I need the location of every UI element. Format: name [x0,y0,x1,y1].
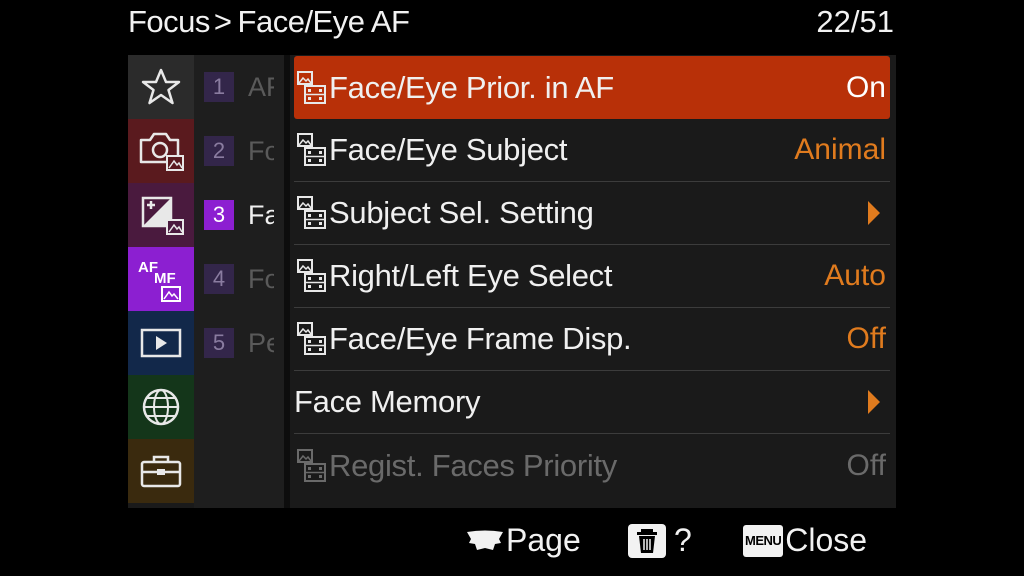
menu-item-title: Face/Eye Prior. in AF [329,69,614,105]
menu-item-title: Regist. Faces Priority [329,447,617,483]
menu-item-face-eye-prior[interactable]: Face/Eye Prior. in AF On [294,56,890,119]
photo-movie-icon [297,259,326,292]
globe-icon [142,388,180,426]
photo-movie-icon [297,322,326,355]
menu-item-title: Face Memory [294,384,481,419]
submenu-arrow-icon [868,201,880,225]
submenu-arrow-icon [868,390,880,414]
breadcrumb-current: Face/Eye AF [237,4,410,39]
menu-button-icon: MENU [743,524,784,557]
menu-item-face-eye-frame-disp[interactable]: Face/Eye Frame Disp. Off [294,308,890,371]
camera-icon [139,132,184,171]
breadcrumb-root[interactable]: Focus [128,4,210,39]
subpage-label: Fo [248,135,274,166]
subpage-tab-5[interactable]: 5 Pe [204,311,284,375]
trash-icon [628,523,666,558]
breadcrumb: Focus > Face/Eye AF [128,4,410,40]
help-hint-label: ? [674,522,692,558]
panel-divider [284,55,290,508]
toolbox-icon [140,455,182,488]
exposure-icon [141,196,184,235]
category-tab-network[interactable] [128,375,194,439]
menu-item-value: Auto [824,259,886,292]
menu-items: Face/Eye Prior. in AF On Face/Eye Subjec… [294,55,892,508]
menu-item-value: Off [846,322,886,355]
menu-item-face-memory[interactable]: Face Memory [294,371,890,434]
subpage-number: 5 [204,328,234,358]
category-tab-focus[interactable]: AF MF [128,247,194,311]
category-tab-exposure[interactable] [128,183,194,247]
menu-panel: AFMF 1 AF 2 Fo 3 Fa 4 Fo 5 Pe [128,55,896,508]
control-wheel-icon [467,530,503,550]
playback-icon [140,328,182,358]
subpage-number: 4 [204,264,234,294]
subpage-tab-3[interactable]: 3 Fa [204,183,284,247]
star-icon [141,68,181,105]
subpage-number: 1 [204,72,234,102]
subpage-number: 3 [204,200,234,230]
af-mf-icon: AFMF [138,259,181,302]
category-tab-setup[interactable] [128,439,194,503]
page-counter: 22/51 [816,4,894,39]
category-tab-playback[interactable] [128,311,194,375]
menu-item-regist-faces-priority[interactable]: Regist. Faces Priority Off [294,434,890,497]
subpage-label: Pe [248,327,274,358]
menu-item-title: Right/Left Eye Select [329,258,613,293]
subpage-tab-4[interactable]: 4 Fo [204,247,284,311]
header-bar: Focus > Face/Eye AF 22/51 [128,0,896,50]
page-hint[interactable]: Page [466,522,581,559]
menu-item-title: Subject Sel. Setting [329,195,594,230]
menu-item-value: Off [846,448,886,482]
category-tab-my-menu[interactable] [128,55,194,119]
subpage-number: 2 [204,136,234,166]
menu-item-value: On [845,70,886,104]
category-tabs: AF MF [128,55,194,508]
menu-item-title: Face/Eye Frame Disp. [329,321,632,356]
page-hint-label: Page [506,522,581,558]
menu-item-right-left-eye-select[interactable]: Right/Left Eye Select Auto [294,245,890,308]
close-hint[interactable]: MENU Close [743,522,867,559]
subpage-tab-1[interactable]: 1 AF [204,55,284,119]
close-hint-label: Close [785,522,868,558]
subpage-label: Fo [248,263,274,294]
menu-item-title: Face/Eye Subject [329,132,568,167]
menu-item-subject-sel-setting[interactable]: Subject Sel. Setting [294,182,890,245]
subpage-tab-2[interactable]: 2 Fo [204,119,284,183]
category-tab-shooting[interactable] [128,119,194,183]
subpage-list: 1 AF 2 Fo 3 Fa 4 Fo 5 Pe [194,55,284,508]
menu-item-value: Animal [794,133,886,166]
subpage-label: Fa [248,199,274,230]
breadcrumb-separator: > [213,4,232,39]
photo-movie-icon [297,70,326,104]
menu-item-face-eye-subject[interactable]: Face/Eye Subject Animal [294,119,890,182]
footer-bar: Page ? MENU Close [0,518,1024,576]
subpage-label: AF [248,71,274,102]
photo-movie-icon [297,448,326,482]
svg-text:MF: MF [154,270,176,287]
photo-movie-icon [297,133,326,166]
delete-help-hint[interactable]: ? [628,522,692,559]
photo-movie-icon [297,196,326,229]
